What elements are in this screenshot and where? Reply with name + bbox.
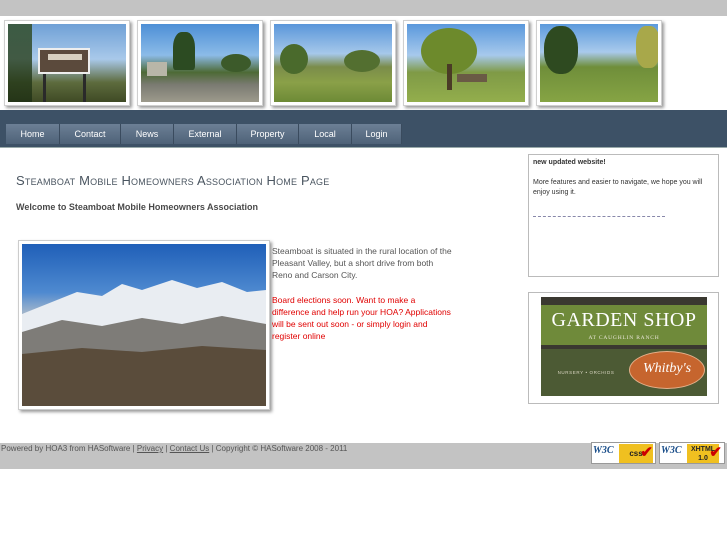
news-divider [533, 216, 665, 217]
nav-external[interactable]: External [174, 124, 237, 144]
footer-copyright: | Copyright © HASoftware 2008 - 2011 [209, 444, 348, 453]
nav-news[interactable]: News [121, 124, 174, 144]
banner-photo-welcome-sign [4, 20, 130, 106]
banner-photo-street [137, 20, 263, 106]
w3c-css-badge[interactable]: W3C css ✔ [591, 442, 656, 464]
top-bar [0, 0, 727, 16]
contact-us-link[interactable]: Contact Us [170, 444, 210, 453]
ad-headline: GARDEN SHOP [551, 309, 697, 331]
ad-tagline: NURSERY • ORCHIDS [557, 370, 615, 375]
ad-subline: AT CAUGHLIN RANCH [588, 335, 660, 341]
privacy-link[interactable]: Privacy [137, 444, 163, 453]
election-notice: Board elections soon. Want to make a dif… [272, 295, 451, 341]
photo-banner [0, 16, 727, 110]
check-mark-icon: ✔ [709, 444, 722, 461]
main-navigation: Home Contact News External Property Loca… [6, 124, 402, 144]
nav-home[interactable]: Home [6, 124, 60, 144]
banner-photo-park [270, 20, 396, 106]
news-box: new updated website! More features and e… [528, 154, 719, 277]
garden-shop-ad[interactable]: GARDEN SHOP AT CAUGHLIN RANCH Whitby's N… [541, 297, 707, 396]
check-mark-icon: ✔ [640, 444, 653, 461]
news-title: new updated website! [533, 159, 606, 166]
mountain-range-shape [22, 280, 266, 406]
page-title: Steamboat Mobile Homeowners Association … [16, 173, 330, 188]
footer-text: Powered by HOA3 from HASoftware | Privac… [1, 444, 347, 453]
ad-brand: Whitby's [642, 361, 692, 376]
nav-contact[interactable]: Contact [60, 124, 121, 144]
welcome-heading: Welcome to Steamboat Mobile Homeowners A… [16, 202, 259, 212]
nav-local[interactable]: Local [299, 124, 352, 144]
intro-text: Steamboat is situated in the rural locat… [272, 246, 452, 280]
ad-box: GARDEN SHOP AT CAUGHLIN RANCH Whitby's N… [528, 292, 719, 404]
nav-login[interactable]: Login [352, 124, 402, 144]
nav-property[interactable]: Property [237, 124, 299, 144]
w3c-xhtml-logo: W3C [661, 445, 682, 456]
banner-photo-tree [403, 20, 529, 106]
mountain-photo [18, 240, 270, 410]
news-body: More features and easier to navigate, we… [533, 179, 703, 196]
banner-photo-lawn [536, 20, 662, 106]
footer-prefix: Powered by HOA3 from HASoftware | [1, 444, 137, 453]
w3c-xhtml-badge[interactable]: W3C XHTML 1.0 ✔ [659, 442, 725, 464]
w3c-css-logo: W3C [593, 445, 614, 456]
